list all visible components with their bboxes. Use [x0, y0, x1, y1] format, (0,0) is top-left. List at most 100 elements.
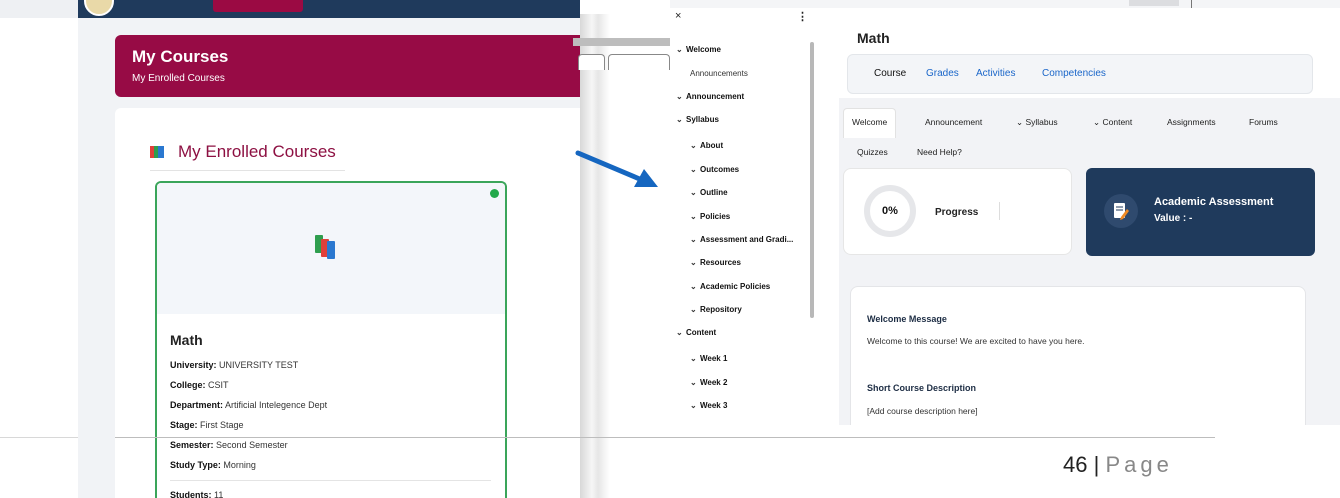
sidebar-item-label: About	[700, 141, 724, 150]
sidebar-item-label: Announcements	[690, 69, 748, 78]
tab-course[interactable]: Course	[874, 68, 906, 79]
section-title: My Enrolled Courses	[178, 142, 336, 161]
sidebar-item-content[interactable]: ⌄ Content	[676, 328, 716, 337]
chevron-down-icon: ⌄	[690, 401, 697, 410]
course-field-study-type: Study Type: Morning	[170, 460, 505, 470]
sidebar-item-resources[interactable]: ⌄ Resources	[690, 258, 741, 267]
top-strip	[670, 0, 1340, 8]
sidebar-item-about[interactable]: ⌄ About	[690, 141, 723, 150]
academic-assessment-card[interactable]: Academic Assessment Value : -	[1086, 168, 1315, 256]
sidebar-item-label: Week 2	[700, 378, 728, 387]
sidebar-item-welcome[interactable]: ⌄ Welcome	[676, 45, 721, 54]
chevron-down-icon: ⌄	[690, 165, 697, 174]
tab-activities[interactable]: Activities	[976, 68, 1015, 79]
course-page-screenshot: × ⋮ ⌄ Welcome Announcements ⌄ Announcement…	[670, 0, 1340, 425]
nav-active-item[interactable]	[213, 0, 303, 12]
books-icon	[150, 145, 164, 159]
status-dot	[490, 189, 499, 198]
page-number: 46	[1063, 452, 1088, 477]
chevron-down-icon: ⌄	[690, 378, 697, 387]
more-options-icon[interactable]: ⋮	[797, 10, 808, 23]
course-field-students: Students: 11	[170, 490, 505, 498]
course-main-tabs: Course Grades Activities Competencies	[847, 54, 1313, 94]
subtab-need-help[interactable]: Need Help?	[917, 147, 962, 157]
subtab-welcome[interactable]: Welcome	[843, 108, 897, 138]
course-card-divider	[170, 480, 491, 481]
chevron-down-icon: ⌄	[690, 188, 697, 197]
sidebar-item-label: Content	[686, 328, 717, 337]
top-divider	[1191, 0, 1192, 8]
top-button[interactable]	[1129, 0, 1179, 6]
subtab-announcement[interactable]: Announcement	[925, 117, 982, 127]
course-field-department: Department: Artificial Intelegence Dept	[170, 400, 505, 410]
background-tab	[578, 54, 605, 70]
sidebar-item-label: Week 1	[700, 354, 728, 363]
page-word: Page	[1105, 452, 1173, 477]
university-logo[interactable]	[84, 0, 114, 16]
subtab-quizzes[interactable]: Quizzes	[857, 147, 888, 157]
progress-ring: 0%	[864, 185, 916, 237]
close-icon[interactable]: ×	[675, 10, 681, 22]
sidebar-item-academic-policies[interactable]: ⌄ Academic Policies	[690, 282, 770, 291]
sidebar-scrollbar[interactable]	[810, 42, 814, 318]
field-label: Stage:	[170, 420, 198, 430]
page-separator: |	[1093, 452, 1100, 477]
course-title: Math	[857, 30, 890, 46]
sidebar-item-label: Announcement	[686, 92, 745, 101]
assessment-title: Academic Assessment	[1154, 196, 1274, 208]
sidebar-item-label: Policies	[700, 212, 731, 221]
subtab-forums[interactable]: Forums	[1249, 117, 1278, 127]
subtab-assignments[interactable]: Assignments	[1167, 117, 1216, 127]
sidebar-item-label: Outcomes	[700, 165, 740, 174]
sidebar-item-outcomes[interactable]: ⌄ Outcomes	[690, 165, 739, 174]
field-label: Study Type:	[170, 460, 221, 470]
chevron-down-icon: ⌄	[690, 258, 697, 267]
sidebar-item-label: Syllabus	[686, 115, 719, 124]
welcome-text: Welcome to this course! We are excited t…	[867, 336, 1085, 346]
sidebar-item-repository[interactable]: ⌄ Repository	[690, 305, 742, 314]
chevron-down-icon: ⌄	[676, 92, 683, 101]
course-field-stage: Stage: First Stage	[170, 420, 505, 430]
sidebar-item-label: Outline	[700, 188, 728, 197]
footer-rule	[0, 437, 78, 438]
progress-card: 0% Progress	[843, 168, 1072, 255]
course-field-university: University: UNIVERSITY TEST	[170, 360, 505, 370]
sidebar-item-label: Assessment and Gradi...	[700, 235, 794, 244]
course-content-area: Math Course Grades Activities Competenci…	[821, 8, 1340, 425]
sidebar-item-syllabus[interactable]: ⌄ Syllabus	[676, 115, 719, 124]
sidebar-item-week-3[interactable]: ⌄ Week 3	[690, 401, 727, 410]
field-value: 11	[214, 490, 224, 498]
chevron-down-icon: ⌄	[676, 45, 683, 54]
sidebar-item-label: Welcome	[686, 45, 721, 54]
field-label: College:	[170, 380, 206, 390]
course-thumbnail	[157, 183, 505, 314]
subtab-content[interactable]: ⌄ Content	[1093, 117, 1132, 128]
description-heading: Short Course Description	[867, 383, 977, 393]
edit-document-icon	[1104, 194, 1138, 228]
sidebar-item-assessment[interactable]: ⌄ Assessment and Gradi...	[690, 235, 793, 244]
banner-subtitle: My Enrolled Courses	[132, 73, 225, 84]
sidebar-item-policies[interactable]: ⌄ Policies	[690, 212, 730, 221]
sidebar-item-outline[interactable]: ⌄ Outline	[690, 188, 728, 197]
subtab-syllabus[interactable]: ⌄ Syllabus	[1016, 117, 1058, 128]
banner-title: My Courses	[132, 47, 229, 66]
field-label: Semester:	[170, 440, 214, 450]
chevron-down-icon: ⌄	[690, 141, 697, 150]
course-field-college: College: CSIT	[170, 380, 505, 390]
background-gray-band	[573, 38, 676, 46]
sidebar-item-week-1[interactable]: ⌄ Week 1	[690, 354, 727, 363]
tab-competencies[interactable]: Competencies	[1042, 68, 1106, 79]
tab-grades[interactable]: Grades	[926, 68, 959, 79]
chevron-down-icon: ⌄	[690, 282, 697, 291]
chevron-down-icon: ⌄	[690, 305, 697, 314]
field-value: Artificial Intelegence Dept	[225, 400, 328, 410]
top-gray-strip	[0, 0, 80, 18]
footer-rule	[115, 437, 1215, 438]
sidebar-item-week-2[interactable]: ⌄ Week 2	[690, 378, 727, 387]
course-card-math[interactable]: Math University: UNIVERSITY TEST College…	[155, 181, 507, 498]
field-value: Morning	[223, 460, 256, 470]
sidebar-item-announcement[interactable]: ⌄ Announcement	[676, 92, 744, 101]
books-icon	[315, 235, 335, 259]
sidebar-item-announcements[interactable]: Announcements	[690, 69, 748, 78]
chevron-down-icon: ⌄	[676, 115, 683, 124]
